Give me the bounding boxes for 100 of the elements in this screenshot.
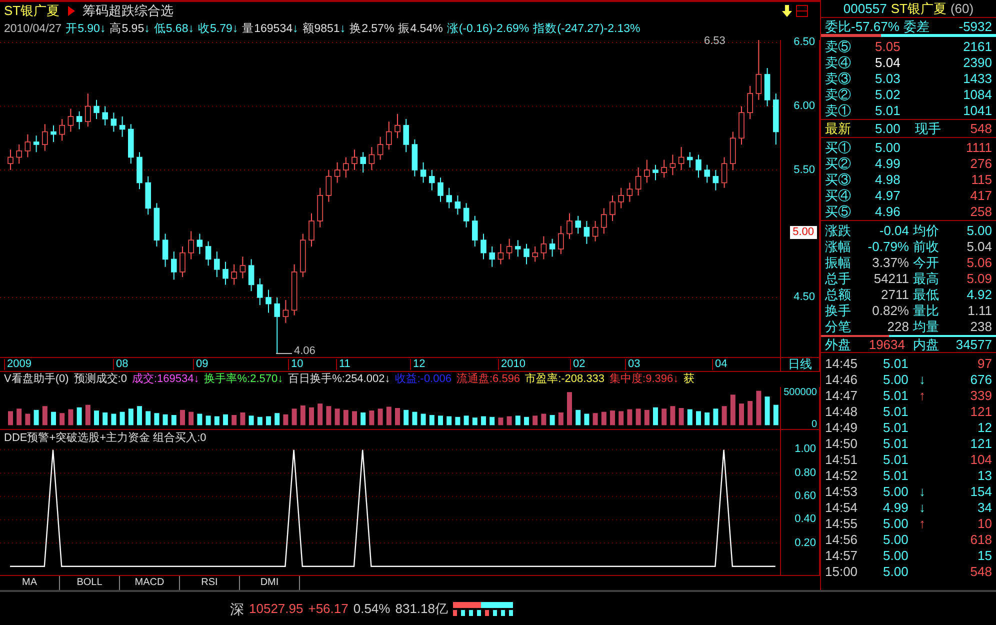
order-volume: 1433 <box>963 72 992 84</box>
candlestick <box>205 240 212 266</box>
bar <box>386 406 392 425</box>
date-axis-label: 2009 <box>4 358 32 370</box>
bar <box>240 412 246 425</box>
formula-name: 筹码超跌综合选 <box>82 4 174 18</box>
tick-volume: 121 <box>970 404 992 418</box>
tick-price: 5.00 <box>883 372 910 386</box>
stat-label: 最低 <box>913 288 940 300</box>
candlestick <box>50 124 56 142</box>
stat-label: 最高 <box>913 272 940 284</box>
candlestick <box>635 166 642 196</box>
tick-time: 14:53 <box>825 484 859 498</box>
bar <box>764 396 770 425</box>
bar <box>111 413 116 425</box>
stat-value: 54211 <box>874 272 909 284</box>
tick-volume: 10 <box>978 516 992 530</box>
bar <box>524 416 529 425</box>
date-axis-label: 11 <box>336 358 350 370</box>
candlestick <box>368 146 375 170</box>
indicator-value: 百日换手%:254.002 <box>288 374 385 385</box>
arrow-icon: ↓ <box>340 24 346 36</box>
price-axis-label: 5.50 <box>794 164 815 176</box>
indicator-value: 获 <box>684 374 695 385</box>
candlestick <box>721 156 728 188</box>
candlestick <box>472 215 478 247</box>
candlestick <box>489 246 495 267</box>
order-price: 4.99 <box>875 156 902 170</box>
stat-label: 均量 <box>913 320 940 332</box>
arrow-icon: ↓ <box>232 24 238 36</box>
tick-volume: 121 <box>970 436 992 450</box>
tick-time: 14:52 <box>825 468 859 482</box>
bar <box>687 408 692 425</box>
candlestick <box>257 277 263 306</box>
candlestick <box>326 169 332 202</box>
indicator-value: 流通盘:6.596 <box>456 374 520 385</box>
candlestick <box>119 116 126 137</box>
candlestick <box>429 169 435 191</box>
tick-time: 14:56 <box>825 532 859 546</box>
date-axis-label: 03 <box>625 358 640 370</box>
last-price: 5.00 <box>875 122 902 135</box>
triangle-icon[interactable] <box>68 6 75 16</box>
down-arrow-icon[interactable] <box>782 4 792 17</box>
bar <box>85 404 90 425</box>
tick-volume: 104 <box>970 452 992 466</box>
order-label: 卖⑤ <box>825 40 852 52</box>
bar <box>404 409 409 425</box>
order-price: 5.01 <box>875 104 902 116</box>
bar <box>232 414 237 425</box>
date-axis-label: 10 <box>288 358 304 370</box>
bar <box>756 390 762 425</box>
stat-value: 5.09 <box>966 272 992 284</box>
bar <box>206 415 211 425</box>
indicator-axis-label: 0.60 <box>794 490 816 502</box>
arrow-icon: ↓ <box>919 500 926 514</box>
bar <box>584 413 590 425</box>
candlestick <box>102 105 108 126</box>
candlestick <box>678 146 684 170</box>
tick-volume: 154 <box>970 484 992 498</box>
indicator-axis-label: 0.80 <box>794 466 816 479</box>
bar <box>541 413 546 425</box>
candlestick <box>171 250 177 280</box>
order-label: 买④ <box>825 188 852 202</box>
candlestick <box>687 151 693 168</box>
arrow-icon: ↓ <box>144 24 150 36</box>
bar <box>446 416 452 425</box>
candlestick <box>592 220 598 242</box>
tick-price: 5.01 <box>883 404 910 418</box>
bar <box>171 414 176 425</box>
bar <box>102 412 108 425</box>
bar <box>601 411 606 425</box>
bar <box>429 414 434 425</box>
indicator-title: DDE预警+突破选股+主力资金 组合买入:0 <box>4 432 206 444</box>
candlestick <box>575 215 581 234</box>
candlestick <box>540 235 547 260</box>
order-price: 5.00 <box>875 140 902 154</box>
order-price: 5.05 <box>875 40 902 52</box>
quote-value: 换2.57% <box>350 24 394 36</box>
quote-value: 量169534 <box>242 24 292 36</box>
order-volume: 2390 <box>963 56 992 68</box>
bar <box>748 400 753 425</box>
price-axis-label: 4.50 <box>794 291 815 304</box>
candlestick <box>386 120 392 150</box>
indicator-value: 换手率%:2.570 <box>204 374 278 385</box>
bar <box>515 415 520 425</box>
bar <box>739 403 744 425</box>
candlestick <box>222 260 228 285</box>
stat-label: 涨幅 <box>825 240 852 252</box>
tick-volume: 548 <box>970 564 992 578</box>
candlestick <box>8 148 14 170</box>
stat-label: 换手 <box>825 304 852 316</box>
arrow-icon: ↑ <box>919 516 926 530</box>
stat-label: 今开 <box>913 256 940 268</box>
tick-price: 5.00 <box>883 484 910 498</box>
current-price-marker: 5.00 <box>790 226 817 239</box>
outer-value: 19634 <box>868 338 905 351</box>
date-axis-label: 2010 <box>498 358 526 370</box>
bar <box>713 408 718 425</box>
indicator-value: 收益:-0.006 <box>395 374 452 385</box>
bar <box>378 408 383 425</box>
